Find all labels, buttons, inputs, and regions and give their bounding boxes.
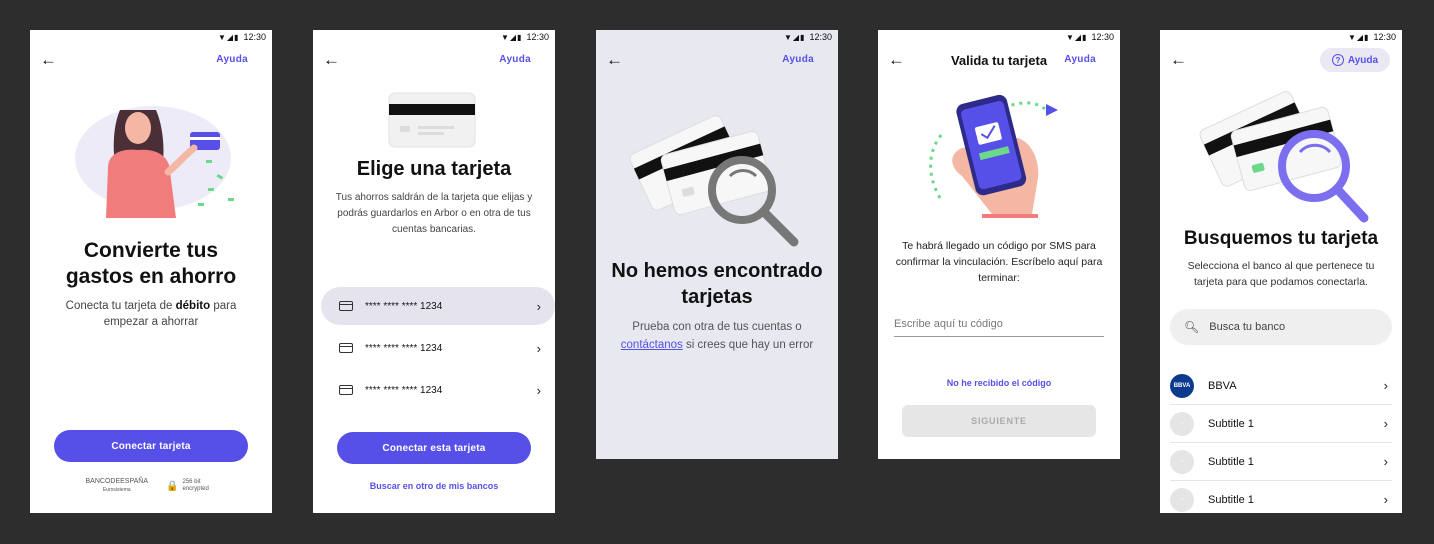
bank-placeholder-icon: ◔	[1170, 449, 1194, 474]
back-arrow-icon[interactable]: ←	[1170, 50, 1187, 70]
bank-search-input[interactable]: 🔍︎ Busca tu banco	[1170, 309, 1392, 345]
help-link[interactable]: Ayuda	[782, 54, 814, 65]
signal-icon: ▼◢▮	[500, 32, 523, 42]
chevron-right-icon: ›	[1383, 454, 1388, 469]
bank-placeholder-icon: ◔	[1170, 411, 1194, 436]
woman-card-illustration	[75, 106, 234, 218]
bank-item[interactable]: ◔ Subtitle 1 ›	[1170, 443, 1392, 481]
search-other-banks-link[interactable]: Buscar en otro de mis bancos	[313, 481, 555, 491]
card-icon-illustration	[388, 92, 476, 148]
help-link[interactable]: Ayuda	[499, 54, 531, 65]
status-time: 12:30	[526, 32, 549, 42]
top-bar: ← ? Ayuda	[1160, 48, 1402, 72]
card-option[interactable]: **** **** **** 1234 ›	[321, 287, 555, 325]
card-option[interactable]: **** **** **** 1234 ›	[321, 329, 555, 367]
help-button[interactable]: ? Ayuda	[1320, 48, 1390, 72]
top-bar: ← Valida tu tarjeta Ayuda	[878, 50, 1120, 72]
page-description: Tus ahorros saldrán de la tarjeta que el…	[335, 192, 533, 235]
bank-placeholder-icon: ◔	[1170, 487, 1194, 512]
page-description: Conecta tu tarjeta de débito para empeza…	[65, 300, 237, 328]
page-description: Te habrá llegado un código por SMS para …	[895, 240, 1103, 284]
status-bar: ▼◢▮ 12:30	[218, 32, 266, 42]
page-title: Convierte tus gastos en ahorro	[65, 239, 237, 288]
credit-card-icon	[339, 301, 353, 311]
status-bar: ▼◢▮ 12:30	[1066, 32, 1114, 42]
bank-item[interactable]: ◔ Subtitle 1 ›	[1170, 405, 1392, 443]
signal-icon: ▼◢▮	[1347, 32, 1370, 42]
chevron-right-icon: ›	[536, 340, 541, 356]
top-bar: ← Ayuda	[30, 50, 272, 72]
card-option[interactable]: **** **** **** 1234 ›	[321, 371, 555, 409]
top-bar: ← Ayuda	[313, 50, 555, 72]
footer-logos: BANCODEESPAÑA Eurosistema 🔒 256 bit encr…	[30, 477, 272, 495]
screen-no-cards-found: ▼◢▮ 12:30 ← Ayuda No hemos encontrado ta…	[596, 30, 838, 459]
back-arrow-icon[interactable]: ←	[606, 50, 623, 70]
credit-card-icon	[339, 385, 353, 395]
status-time: 12:30	[809, 32, 832, 42]
connect-card-button[interactable]: Conectar tarjeta	[54, 430, 248, 462]
next-button[interactable]: SIGUIENTE	[902, 405, 1096, 437]
contact-link[interactable]: contáctanos	[621, 339, 683, 351]
signal-icon: ▼◢▮	[217, 32, 240, 42]
cards-magnifier-purple-illustration	[1199, 91, 1369, 223]
signal-icon: ▼◢▮	[783, 32, 806, 42]
cards-magnifier-illustration	[629, 115, 799, 247]
status-bar: ▼◢▮ 12:30	[784, 32, 832, 42]
connect-this-card-button[interactable]: Conectar esta tarjeta	[337, 432, 531, 464]
help-circle-icon: ?	[1331, 54, 1344, 66]
screen-valida-tarjeta: ▼◢▮ 12:30 ← Valida tu tarjeta Ayuda Te h…	[878, 30, 1120, 459]
encryption-badge: 🔒 256 bit encrypted	[166, 479, 209, 492]
bbva-logo: BBVA	[1170, 373, 1194, 398]
bank-item-bbva[interactable]: BBVA BBVA ›	[1170, 367, 1392, 405]
chevron-right-icon: ›	[536, 298, 541, 314]
lock-icon: 🔒	[166, 480, 179, 492]
page-title: No hemos encontrado tarjetas	[611, 260, 823, 308]
bank-item[interactable]: ◔ Subtitle 1 ›	[1170, 481, 1392, 513]
credit-card-icon	[339, 343, 353, 353]
help-link[interactable]: Ayuda	[216, 54, 248, 65]
code-not-received-link[interactable]: No he recibido el código	[878, 378, 1120, 388]
help-link[interactable]: Ayuda	[1064, 54, 1096, 65]
status-time: 12:30	[243, 32, 266, 42]
phone-hand-illustration	[929, 94, 1058, 218]
status-bar: ▼◢▮ 12:30	[1348, 32, 1396, 42]
page-title: Busquemos tu tarjeta	[1183, 228, 1379, 249]
chevron-right-icon: ›	[1383, 378, 1388, 393]
page-description: Prueba con otra de tus cuentas o contáct…	[620, 321, 814, 351]
chevron-right-icon: ›	[1383, 492, 1388, 507]
page-description: Selecciona el banco al que pertenece tu …	[1187, 260, 1375, 288]
banco-espana-logo: BANCODEESPAÑA Eurosistema	[85, 478, 149, 493]
screen-elige-tarjeta: ▼◢▮ 12:30 ← Ayuda Elige una tarjeta Tus …	[313, 30, 555, 513]
sms-code-input[interactable]: Escribe aquí tu código	[894, 318, 1104, 337]
status-time: 12:30	[1373, 32, 1396, 42]
back-arrow-icon[interactable]: ←	[323, 50, 340, 70]
status-bar: ▼◢▮ 12:30	[501, 32, 549, 42]
back-arrow-icon[interactable]: ←	[40, 50, 57, 70]
chevron-right-icon: ›	[536, 382, 541, 398]
chevron-right-icon: ›	[1383, 416, 1388, 431]
search-icon: 🔍︎	[1184, 320, 1200, 334]
screen-busquemos-tarjeta: ▼◢▮ 12:30 ← ? Ayuda Busquemos tu tarjeta…	[1160, 30, 1402, 513]
signal-icon: ▼◢▮	[1065, 32, 1088, 42]
page-title: Elige una tarjeta	[356, 158, 512, 180]
screen-convierte: ▼◢▮ 12:30 ← Ayuda Convierte tus gastos e…	[30, 30, 272, 513]
top-bar: ← Ayuda	[596, 50, 838, 72]
status-time: 12:30	[1091, 32, 1114, 42]
